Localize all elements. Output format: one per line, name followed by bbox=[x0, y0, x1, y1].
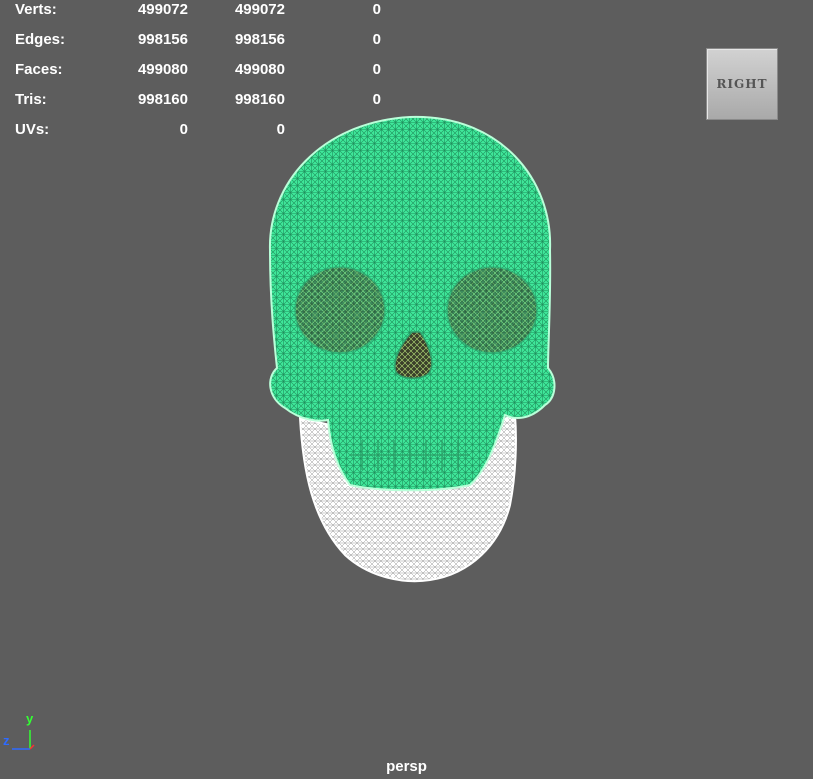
right-eye-socket bbox=[446, 266, 538, 354]
left-eye-socket bbox=[294, 266, 386, 354]
view-axis-indicator: y z bbox=[0, 705, 60, 760]
camera-name-label: persp bbox=[386, 758, 427, 775]
skull-wireframe-model[interactable] bbox=[0, 0, 813, 779]
axis-z-label: z bbox=[3, 733, 10, 748]
